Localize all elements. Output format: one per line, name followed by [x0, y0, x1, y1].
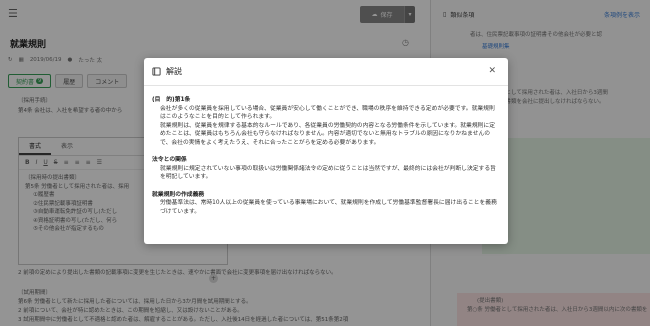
section-paragraph: 就業規則は、従業員を規律する基本的なルールであり、各従業員の労働契約の内容となる… [160, 122, 496, 146]
section-paragraph: 会社が多くの従業員を採用している場合、従業員が安心して働くことができ、職場の秩序… [160, 105, 495, 121]
section-heading: (目 的)第1条 [152, 97, 191, 103]
section-paragraph: 労働基準法は、常時10人以上の従業員を使っている事業場において、就業規則を作成し… [160, 200, 497, 215]
close-icon[interactable]: ✕ [488, 66, 496, 76]
explanation-section: 法令との関係 就業規則に規定されていない事項の取扱いは労働関係諸法令の定めに従う… [152, 156, 500, 182]
section-heading: 就業規則の作成義務 [152, 191, 205, 198]
section-paragraph: 就業規則に規定されていない事項の取扱いは労働関係諸法令の定めに従うことは当然です… [160, 165, 496, 181]
dialog-body: (目 的)第1条 会社が多くの従業員を採用している場合、従業員が安心して働くこと… [144, 86, 508, 216]
section-heading: 法令との関係 [152, 157, 187, 163]
dialog-title-group: 解説 [152, 66, 182, 77]
dialog-header: 解説 ✕ [144, 58, 508, 86]
dialog-title: 解説 [166, 67, 182, 76]
explanation-section: 就業規則の作成義務 労働基準法は、常時10人以上の従業員を使っている事業場におい… [152, 191, 500, 217]
explanation-dialog: 解説 ✕ (目 的)第1条 会社が多くの従業員を採用している場合、従業員が安心し… [144, 58, 508, 244]
explanation-section: (目 的)第1条 会社が多くの従業員を採用している場合、従業員が安心して働くこと… [152, 96, 500, 147]
book-icon [152, 67, 161, 76]
